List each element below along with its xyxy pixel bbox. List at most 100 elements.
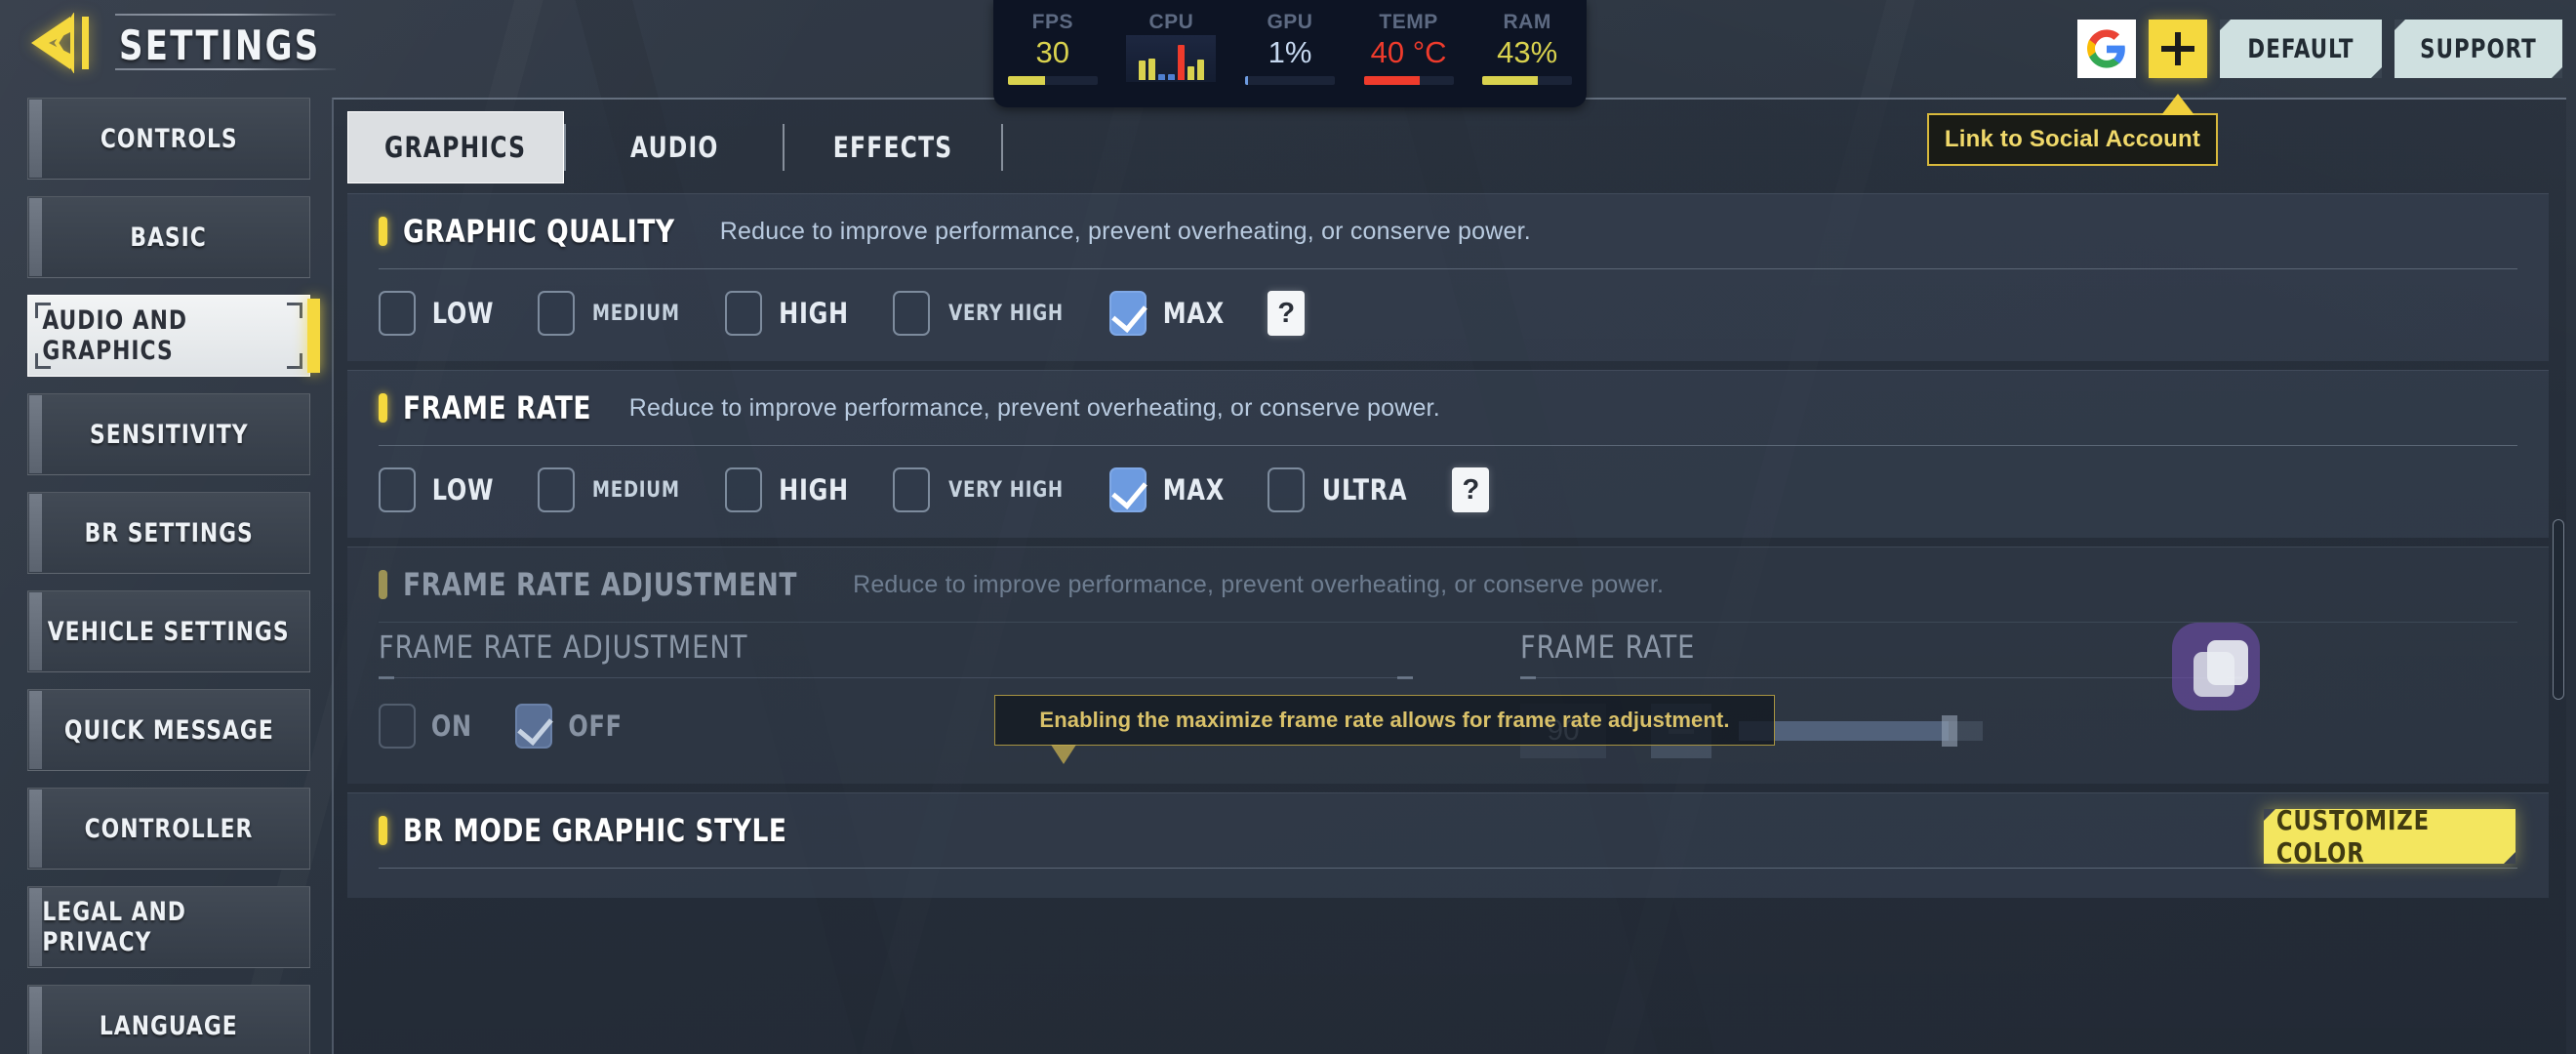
frame-rate-adjustment-header: FRAME RATE ADJUSTMENT Reduce to improve …: [347, 547, 2549, 622]
tab-audio[interactable]: AUDIO: [566, 111, 783, 183]
frame-rate-options: LOW MEDIUM HIGH VERY HIGH MAX ULTRA?: [347, 446, 2549, 538]
option-very-high[interactable]: VERY HIGH: [892, 467, 1068, 512]
perf-metric-fps: FPS 30: [993, 0, 1112, 85]
tab-label: GRAPHICS: [384, 131, 527, 164]
section-marker-icon: [379, 217, 387, 246]
option-max[interactable]: MAX: [1108, 291, 1228, 336]
settings-sidebar: CONTROLS BASIC AUDIO AND GRAPHICS SENSITIVI…: [27, 98, 320, 1054]
perf-metric-bar: [1007, 76, 1098, 85]
option-high[interactable]: HIGH: [724, 291, 852, 336]
settings-content-panel: GRAPHICS AUDIO EFFECTS GRAPHIC QUALITY Red…: [332, 98, 2566, 1054]
checkbox-high[interactable]: [724, 467, 762, 512]
sidebar-active-indicator: [307, 299, 320, 373]
checkbox-on[interactable]: [379, 704, 416, 749]
graphic-quality-desc: Reduce to improve performance, prevent o…: [719, 217, 1531, 245]
scrollbar-thumb[interactable]: [2553, 519, 2564, 700]
sidebar-item-controls[interactable]: CONTROLS: [27, 98, 310, 180]
tab-graphics[interactable]: GRAPHICS: [347, 111, 564, 183]
graphic-quality-header: GRAPHIC QUALITY Reduce to improve perfor…: [347, 194, 2549, 268]
page-title-text: SETTINGS: [119, 21, 321, 69]
perf-metric-value: 40 °C: [1370, 35, 1447, 69]
option-label: LOW: [431, 297, 495, 330]
checkbox-very-high[interactable]: [892, 467, 930, 512]
support-button[interactable]: SUPPORT: [2395, 20, 2562, 78]
frame-rate-slider[interactable]: [1739, 715, 1983, 747]
frame-rate-adjustment-sublabel: FRAME RATE ADJUSTMENT: [379, 628, 748, 666]
sidebar-item-language[interactable]: LANGUAGE: [27, 985, 310, 1054]
google-account-icon[interactable]: [2077, 20, 2137, 78]
option-medium[interactable]: MEDIUM: [537, 291, 684, 336]
sidebar-item-label: LANGUAGE: [100, 1010, 238, 1041]
checkbox-max[interactable]: [1108, 291, 1147, 336]
section-frame-rate: FRAME RATE Reduce to improve performance…: [347, 370, 2549, 538]
option-low[interactable]: LOW: [379, 291, 497, 336]
customize-color-label: CUSTOMIZE COLOR: [2275, 804, 2431, 869]
frame-rate-desc: Reduce to improve performance, prevent o…: [628, 393, 1440, 422]
sidebar-item-br-settings[interactable]: BR SETTINGS: [27, 492, 310, 574]
help-icon[interactable]: ?: [1268, 291, 1306, 336]
frame-rate-title: FRAME RATE: [403, 389, 591, 426]
option-label: MAX: [1162, 297, 1225, 330]
sidebar-item-controller[interactable]: CONTROLLER: [27, 788, 310, 870]
checkbox-very-high[interactable]: [892, 291, 930, 336]
option-max[interactable]: MAX: [1108, 467, 1228, 512]
performance-overlay[interactable]: FPS 30 CPU GPU 1% TEMP 40 °C RAM 43%: [993, 0, 1587, 107]
checkbox-max[interactable]: [1108, 467, 1147, 512]
settings-screen: SETTINGS FPS 30 CPU GPU 1% TEMP 40 °C RAM 43% DE…: [0, 0, 2576, 1054]
sidebar-item-label: BR SETTINGS: [84, 517, 254, 548]
frame-rate-adjustment-tooltip-text: Enabling the maximize frame rate allows …: [1039, 708, 1730, 732]
perf-metric-value: 30: [1035, 35, 1070, 69]
frame-rate-adjustment-desc: Reduce to improve performance, prevent o…: [853, 570, 1665, 598]
sidebar-item-label: VEHICLE SETTINGS: [48, 616, 290, 647]
checkbox-low[interactable]: [379, 291, 416, 336]
checkbox-low[interactable]: [379, 467, 416, 512]
frame-rate-adjustment-tooltip: Enabling the maximize frame rate allows …: [994, 695, 1775, 746]
option-ultra[interactable]: ULTRA: [1268, 467, 1411, 512]
sidebar-item-label: CONTROLLER: [84, 813, 254, 844]
section-graphic-quality: GRAPHIC QUALITY Reduce to improve perfor…: [347, 193, 2549, 361]
back-arrow-icon[interactable]: [27, 13, 98, 73]
default-button[interactable]: DEFAULT: [2220, 20, 2383, 78]
option-very-high[interactable]: VERY HIGH: [892, 291, 1068, 336]
checkbox-high[interactable]: [724, 291, 762, 336]
option-label: OFF: [568, 709, 623, 743]
copy-icon[interactable]: [2172, 623, 2260, 710]
customize-color-button[interactable]: CUSTOMIZE COLOR: [2264, 804, 2516, 869]
section-marker-icon: [379, 816, 387, 845]
frame-rate-header: FRAME RATE Reduce to improve performance…: [347, 371, 2549, 445]
section-br-mode-graphic-style: BR MODE GRAPHIC STYLE CUSTOMIZE COLOR: [347, 792, 2549, 898]
checkbox-off[interactable]: [514, 704, 552, 749]
option-label: VERY HIGH: [947, 301, 1064, 326]
checkbox-medium[interactable]: [537, 467, 575, 512]
content-scrollbar[interactable]: [2553, 197, 2564, 1054]
option-low[interactable]: LOW: [379, 467, 497, 512]
option-label: MAX: [1162, 473, 1225, 507]
social-tooltip-arrow: [2161, 94, 2194, 115]
title-rule-top: [115, 14, 336, 16]
option-medium[interactable]: MEDIUM: [537, 467, 684, 512]
help-icon[interactable]: ?: [1452, 467, 1490, 512]
checkbox-ultra[interactable]: [1268, 467, 1306, 512]
perf-metric-gpu: GPU 1%: [1230, 0, 1349, 85]
tab-effects[interactable]: EFFECTS: [785, 111, 1001, 183]
sidebar-item-vehicle-settings[interactable]: VEHICLE SETTINGS: [27, 590, 310, 672]
br-mode-header: BR MODE GRAPHIC STYLE: [347, 793, 2549, 868]
option-high[interactable]: HIGH: [724, 467, 852, 512]
option-label: LOW: [431, 473, 495, 507]
sidebar-item-legal-and-privacy[interactable]: LEGAL AND PRIVACY: [27, 886, 310, 968]
sidebar-item-basic[interactable]: BASIC: [27, 196, 310, 278]
checkbox-medium[interactable]: [537, 291, 575, 336]
sidebar-item-audio-and-graphics[interactable]: AUDIO AND GRAPHICS: [27, 295, 320, 377]
option-label: ULTRA: [1322, 473, 1408, 507]
sidebar-item-quick-message[interactable]: QUICK MESSAGE: [27, 689, 310, 771]
frame-rate-slider-handle[interactable]: [1941, 715, 1957, 747]
default-button-label: DEFAULT: [2247, 33, 2355, 64]
frame-rate-adjustment-on[interactable]: ON: [379, 704, 474, 749]
settings-scroll-area[interactable]: GRAPHIC QUALITY Reduce to improve perfor…: [347, 193, 2549, 1054]
perf-metric-label: TEMP: [1379, 11, 1438, 33]
option-label: VERY HIGH: [947, 477, 1064, 503]
perf-metric-label: RAM: [1503, 11, 1551, 33]
frame-rate-adjustment-off[interactable]: OFF: [514, 704, 624, 749]
sidebar-item-sensitivity[interactable]: SENSITIVITY: [27, 393, 310, 475]
add-account-button[interactable]: [2149, 20, 2208, 78]
